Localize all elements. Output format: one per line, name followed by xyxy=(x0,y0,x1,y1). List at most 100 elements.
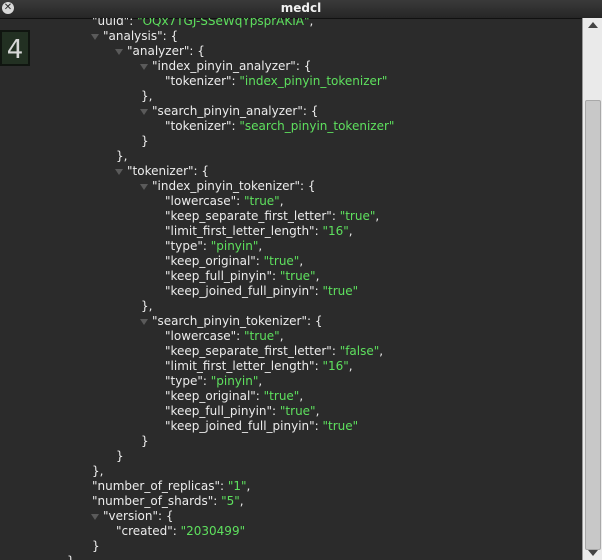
json-separator: : xyxy=(219,479,228,493)
json-separator: : xyxy=(302,104,311,118)
json-line: }, xyxy=(0,299,582,314)
json-punctuation: , xyxy=(246,479,251,493)
scroll-up-icon[interactable] xyxy=(588,22,598,28)
json-line: "lowercase": "true", xyxy=(0,329,582,344)
json-key: "created" xyxy=(116,524,173,538)
json-punctuation: } xyxy=(116,449,124,463)
json-string-value: "index_pinyin_tokenizer" xyxy=(239,74,388,88)
json-key: "keep_original" xyxy=(165,254,256,268)
json-line: "keep_full_pinyin": "true", xyxy=(0,269,582,284)
json-string-value: "true" xyxy=(322,419,359,433)
collapse-triangle-icon[interactable] xyxy=(140,109,148,115)
json-string-value: "true" xyxy=(279,269,316,283)
json-key: "limit_first_letter_length" xyxy=(165,359,315,373)
json-punctuation: { xyxy=(303,59,312,73)
json-line: } xyxy=(0,134,582,149)
json-punctuation: { xyxy=(170,29,179,43)
json-line: } xyxy=(0,449,582,464)
json-line: }, xyxy=(0,464,582,479)
json-string-value: "true" xyxy=(339,209,376,223)
json-punctuation: , xyxy=(299,254,304,268)
json-punctuation: { xyxy=(310,104,319,118)
json-separator: : xyxy=(272,269,280,283)
collapse-triangle-icon[interactable] xyxy=(140,184,148,190)
json-key: "limit_first_letter_length" xyxy=(165,224,315,238)
json-string-value: "false" xyxy=(339,344,380,358)
json-punctuation: , xyxy=(258,374,263,388)
json-key: "search_pinyin_analyzer" xyxy=(152,104,303,118)
json-line: }, xyxy=(0,89,582,104)
collapse-triangle-icon[interactable] xyxy=(115,169,123,175)
json-string-value: "1" xyxy=(227,479,247,493)
json-separator: : xyxy=(307,314,315,328)
json-key: "keep_separate_first_letter" xyxy=(165,344,332,358)
json-separator: : xyxy=(213,494,222,508)
json-punctuation: { xyxy=(197,44,205,58)
json-line: "lowercase": "true", xyxy=(0,194,582,209)
json-key: "keep_full_pinyin" xyxy=(165,404,273,418)
json-line: "search_pinyin_tokenizer": { xyxy=(0,314,582,329)
json-separator: : xyxy=(272,404,280,418)
json-punctuation: , xyxy=(379,344,384,358)
scrollbar-thumb[interactable] xyxy=(585,100,601,550)
collapse-triangle-icon[interactable] xyxy=(91,514,99,520)
json-viewer[interactable]: "uuid": "OQx7TGJ-SSeWqYpsprAKIA", "analys… xyxy=(0,18,582,560)
json-line: "keep_original": "true", xyxy=(0,389,582,404)
json-string-value: "search_pinyin_tokenizer" xyxy=(239,119,395,133)
json-line: "index_pinyin_analyzer": { xyxy=(0,59,582,74)
json-key: "lowercase" xyxy=(165,194,237,208)
json-separator: : xyxy=(129,18,138,28)
json-line: "tokenizer": { xyxy=(0,164,582,179)
json-punctuation: , xyxy=(299,389,304,403)
json-string-value: "5" xyxy=(221,494,240,508)
json-string-value: "true" xyxy=(279,404,316,418)
json-line: "tokenizer": "index_pinyin_tokenizer" xyxy=(0,74,582,89)
json-key: "tokenizer" xyxy=(165,74,232,88)
json-key: "keep_joined_full_pinyin" xyxy=(165,284,315,298)
json-key: "analyzer" xyxy=(127,44,190,58)
json-key: "keep_original" xyxy=(165,389,256,403)
vertical-scrollbar[interactable] xyxy=(582,18,602,560)
json-line: } xyxy=(0,434,582,449)
json-line: "tokenizer": "search_pinyin_tokenizer" xyxy=(0,119,582,134)
json-separator: : xyxy=(158,509,166,523)
json-string-value: "16" xyxy=(322,359,349,373)
collapse-triangle-icon[interactable] xyxy=(91,34,99,40)
json-line: "keep_original": "true", xyxy=(0,254,582,269)
json-punctuation: , xyxy=(279,329,284,343)
json-key: "number_of_shards" xyxy=(92,494,214,508)
json-separator: : xyxy=(236,194,245,208)
json-punctuation: { xyxy=(314,314,323,328)
json-separator: : xyxy=(331,209,340,223)
collapse-triangle-icon[interactable] xyxy=(140,64,148,70)
json-line: "limit_first_letter_length": "16", xyxy=(0,224,582,239)
json-key: "analysis" xyxy=(103,29,163,43)
json-key: "keep_joined_full_pinyin" xyxy=(165,419,315,433)
json-punctuation: , xyxy=(375,209,380,223)
json-separator: : xyxy=(299,179,308,193)
json-separator: : xyxy=(314,419,323,433)
json-string-value: "pinyin" xyxy=(210,239,259,253)
json-key: "version" xyxy=(103,509,158,523)
json-line: "type": "pinyin", xyxy=(0,374,582,389)
json-separator: : xyxy=(236,329,245,343)
json-separator: : xyxy=(202,239,211,253)
json-line: "index_pinyin_tokenizer": { xyxy=(0,179,582,194)
collapse-triangle-icon[interactable] xyxy=(140,319,148,325)
json-line: "created": "2030499" xyxy=(0,524,582,539)
json-punctuation: { xyxy=(165,509,174,523)
collapse-triangle-icon[interactable] xyxy=(115,49,123,55)
json-punctuation: , xyxy=(348,359,353,373)
json-line: "search_pinyin_analyzer": { xyxy=(0,104,582,119)
json-line: "type": "pinyin", xyxy=(0,239,582,254)
json-punctuation: } xyxy=(141,434,149,448)
json-key: "lowercase" xyxy=(165,329,237,343)
json-punctuation: }, xyxy=(141,89,153,103)
json-line: "analyzer": { xyxy=(0,44,582,59)
scroll-down-icon[interactable] xyxy=(588,550,598,556)
json-punctuation: } xyxy=(141,134,149,148)
json-key: "number_of_replicas" xyxy=(92,479,220,493)
json-punctuation: { xyxy=(307,179,316,193)
json-string-value: "true" xyxy=(322,284,359,298)
json-separator: : xyxy=(314,284,323,298)
